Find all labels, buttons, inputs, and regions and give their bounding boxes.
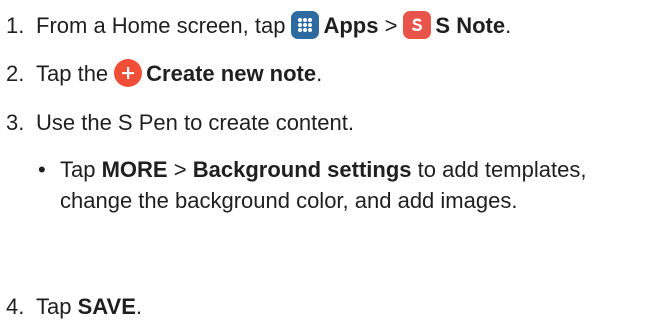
step-text: Use the S Pen to create content. (36, 110, 354, 135)
bullet-text: Tap MORE > Background settings to add te… (60, 154, 658, 216)
step-number: 1. (6, 13, 25, 38)
step-text: Tap (36, 294, 72, 319)
bullet-item: • Tap MORE > Background settings to add … (38, 154, 658, 216)
step-number: 3. (6, 110, 25, 135)
bullet-text-start: Tap (60, 157, 96, 182)
bullet-marker: • (38, 157, 46, 182)
step-2: 2. Tap the Create new note. (6, 59, 323, 89)
apps-grid-icon (291, 11, 320, 40)
step-1: 1. From a Home screen, tap Apps > S Note. (6, 11, 512, 41)
step-3: 3. Use the S Pen to create content. (6, 110, 354, 136)
step-text: From a Home screen, tap (36, 13, 286, 38)
separator: > (173, 157, 187, 182)
step-text: Tap the (36, 61, 109, 86)
step-4: 4. Tap SAVE. (6, 294, 142, 320)
create-new-note-label: Create new note (146, 61, 317, 86)
more-label: MORE (101, 157, 168, 182)
period: . (505, 13, 512, 38)
separator: > (384, 13, 398, 38)
s-note-app-icon (403, 11, 432, 40)
period: . (316, 61, 323, 86)
background-settings-label: Background settings (192, 157, 412, 182)
save-label: SAVE (77, 294, 136, 319)
step-number: 4. (6, 294, 25, 319)
step-number: 2. (6, 61, 25, 86)
s-note-label: S Note (435, 13, 506, 38)
period: . (135, 294, 143, 319)
apps-label: Apps (323, 13, 379, 38)
plus-circle-icon (114, 59, 143, 88)
